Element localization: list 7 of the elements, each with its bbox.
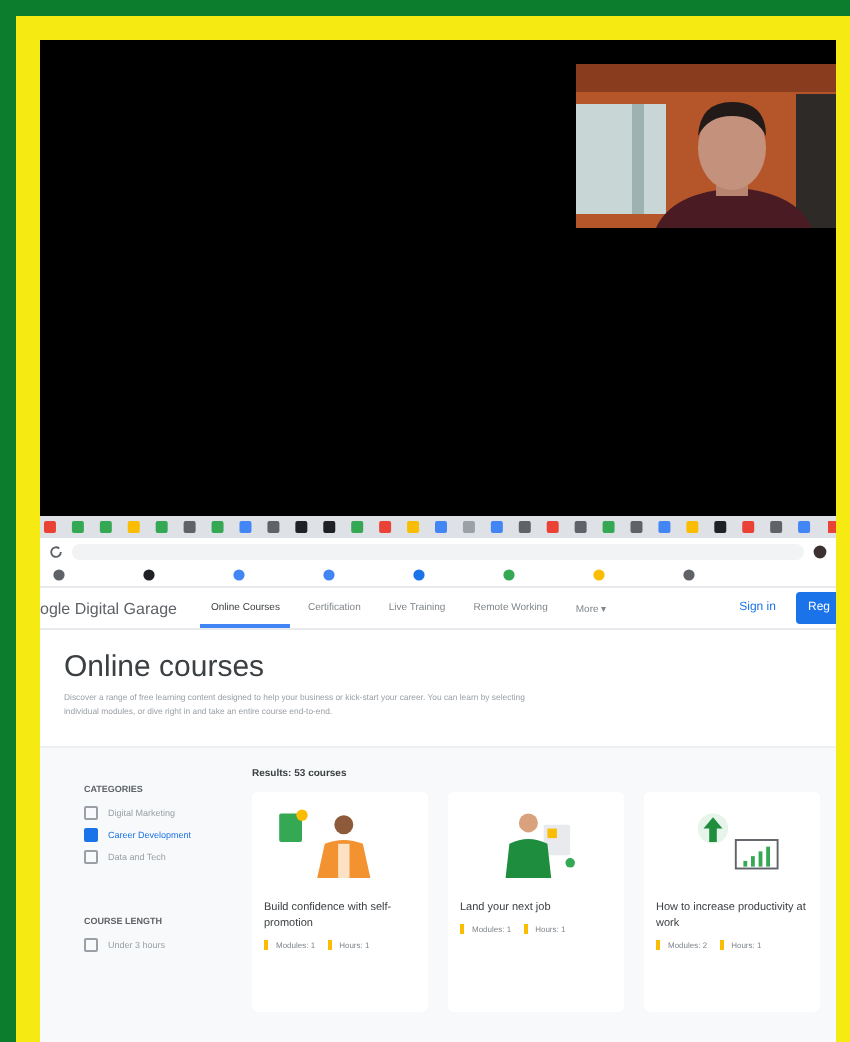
site-logo[interactable]: ogle Digital Garage bbox=[40, 599, 177, 617]
page-title: Online courses bbox=[64, 650, 267, 684]
bookmark-icon[interactable] bbox=[52, 568, 66, 582]
profile-icon[interactable] bbox=[812, 543, 828, 559]
bookmark-icon[interactable] bbox=[142, 568, 156, 582]
bookmark-icon[interactable] bbox=[682, 568, 696, 582]
reload-icon[interactable] bbox=[48, 543, 64, 559]
